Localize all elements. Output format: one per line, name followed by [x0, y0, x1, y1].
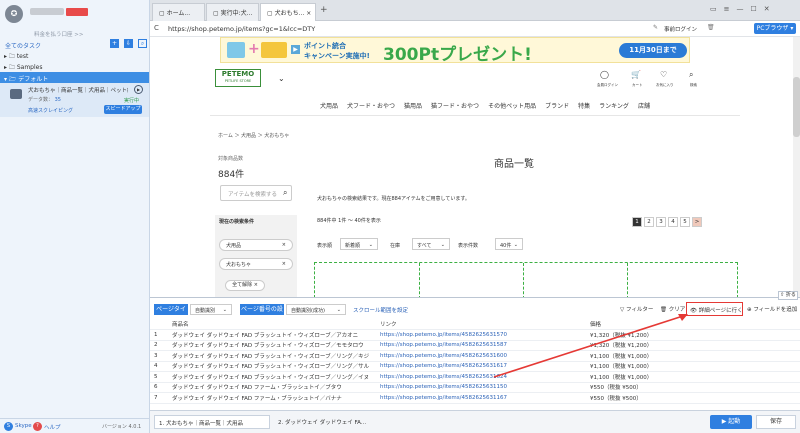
save-button[interactable]: 保存: [756, 415, 796, 429]
step-tab-1[interactable]: 1. 犬おもちゃ｜商品一覧｜犬用品: [154, 415, 270, 429]
start-button[interactable]: ▶ 起動: [710, 415, 752, 429]
step-tab-2[interactable]: 2. ダッドウェイ ダッドウェイ FA...: [274, 415, 390, 429]
bottom-bar: 1. 犬おもちゃ｜商品一覧｜犬用品 2. ダッドウェイ ダッドウェイ FA...…: [150, 410, 800, 433]
annotation-arrow: [493, 314, 688, 378]
